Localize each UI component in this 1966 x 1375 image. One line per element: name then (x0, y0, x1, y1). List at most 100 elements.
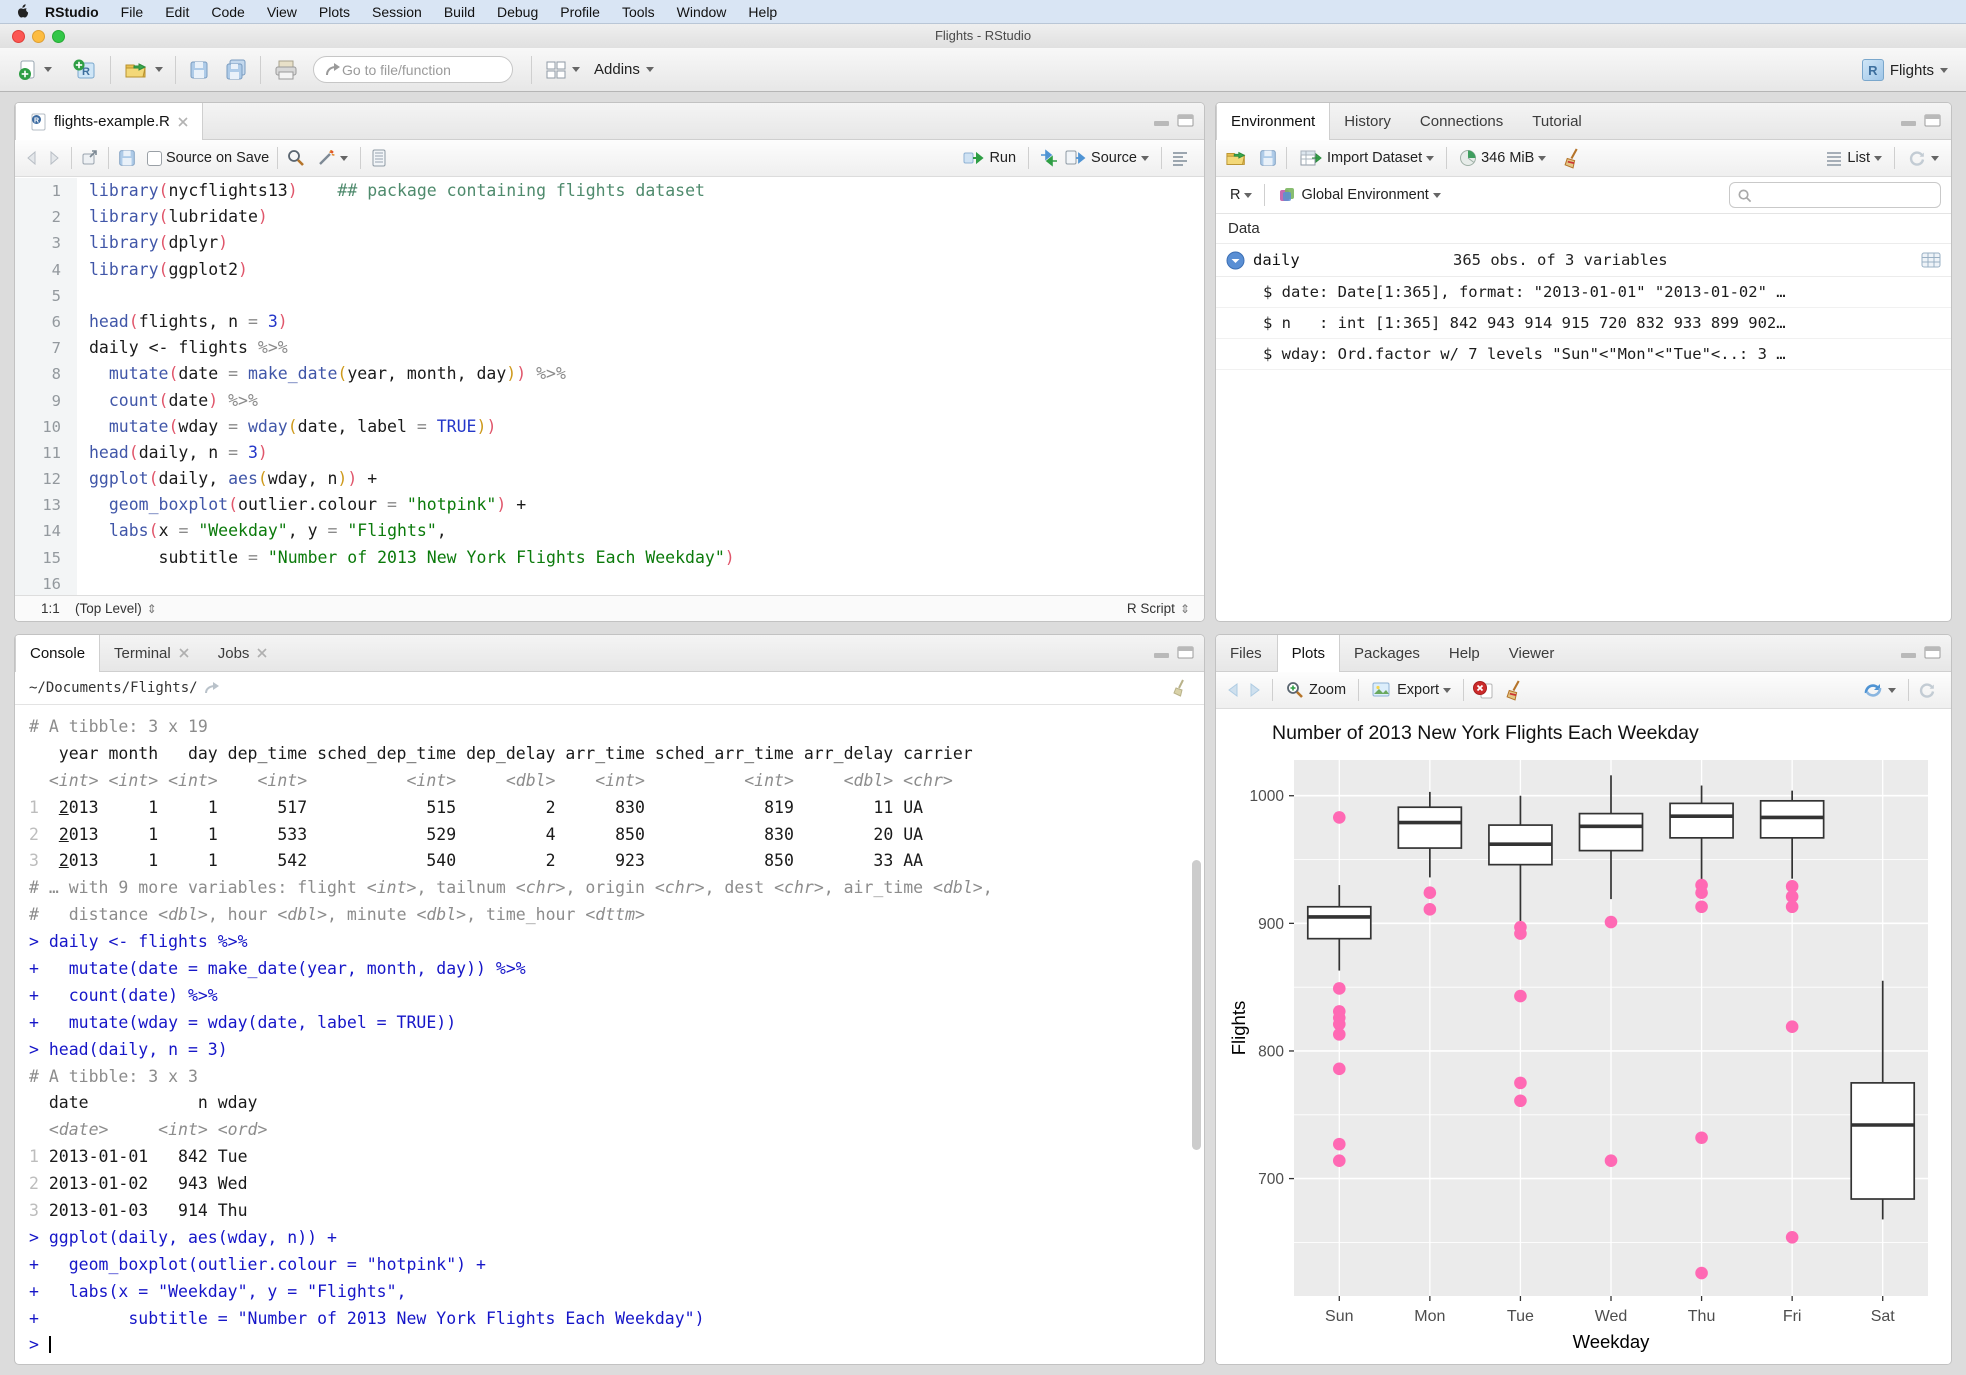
code-editor[interactable]: 1 library(nycflights13) ## package contai… (15, 178, 1204, 595)
export-plot-button[interactable]: Export (1367, 678, 1455, 702)
menu-item-rstudio[interactable]: RStudio (34, 4, 110, 20)
environment-search-input[interactable] (1752, 187, 1922, 203)
expand-object-icon[interactable] (1226, 251, 1245, 270)
save-workspace-icon[interactable] (1258, 148, 1278, 168)
previous-plot-icon[interactable] (1224, 681, 1244, 699)
file-type-selector[interactable]: R Script ⇕ (1127, 601, 1204, 616)
goto-directory-icon[interactable] (204, 681, 222, 696)
import-dataset-button[interactable]: Import Dataset (1295, 145, 1438, 171)
environment-search-box[interactable] (1729, 182, 1941, 208)
menu-item-profile[interactable]: Profile (549, 4, 611, 20)
clear-all-plots-icon[interactable] (1504, 680, 1525, 701)
tab-help[interactable]: Help (1435, 635, 1495, 671)
tab-flights-example[interactable]: R flights-example.R (15, 103, 203, 140)
code-line[interactable]: 13 geom_boxplot(outlier.colour = "hotpin… (15, 492, 1204, 519)
tab-environment[interactable]: Environment (1216, 103, 1331, 140)
menu-item-tools[interactable]: Tools (611, 4, 666, 20)
close-tab-icon[interactable] (178, 116, 188, 127)
open-file-button[interactable] (119, 55, 167, 85)
apple-icon[interactable] (14, 3, 30, 20)
pane-layout-button[interactable] (540, 55, 584, 85)
code-line[interactable]: 4 library(ggplot2) (15, 256, 1204, 283)
code-line[interactable]: 11 head(daily, n = 3) (15, 439, 1204, 467)
console-output[interactable]: # A tibble: 3 x 19 year month day dep_ti… (15, 706, 1204, 1364)
code-line[interactable]: 1 library(nycflights13) ## package contai… (15, 178, 1204, 205)
new-file-button[interactable] (12, 55, 56, 85)
tab-viewer[interactable]: Viewer (1495, 635, 1570, 671)
new-project-button[interactable]: R (68, 55, 102, 85)
code-line[interactable]: 16 (15, 570, 1204, 595)
goto-file-function-input[interactable] (342, 61, 492, 78)
save-button[interactable] (184, 56, 214, 84)
code-line[interactable]: 3 library(dplyr) (15, 230, 1204, 257)
env-view-mode-button[interactable]: List (1821, 147, 1886, 169)
code-line[interactable]: 6 head(flights, n = 3) (15, 308, 1204, 336)
environment-object-row[interactable]: daily 365 obs. of 3 variables (1216, 244, 1951, 277)
zoom-plot-button[interactable]: Zoom (1281, 677, 1350, 703)
close-tab-icon[interactable] (257, 648, 267, 658)
next-plot-icon[interactable] (1244, 681, 1264, 699)
tab-connections[interactable]: Connections (1406, 103, 1518, 139)
show-in-new-window-icon[interactable] (80, 149, 100, 167)
code-line[interactable]: 10 mutate(wday = wday(date, label = TRUE… (15, 413, 1204, 440)
code-line[interactable]: 15 subtitle = "Number of 2013 New York F… (15, 544, 1204, 571)
tab-history[interactable]: History (1330, 103, 1406, 139)
view-table-icon[interactable] (1921, 251, 1941, 269)
project-selector[interactable]: R Flights (1861, 48, 1948, 92)
environment-selector[interactable]: Global Environment (1273, 182, 1444, 208)
back-icon[interactable] (23, 149, 43, 167)
tab-files[interactable]: Files (1216, 635, 1277, 671)
object-detail-row[interactable]: $ n : int [1:365] 842 943 914 915 720 83… (1216, 308, 1951, 339)
menu-item-file[interactable]: File (110, 4, 155, 20)
r-language-button[interactable]: R (1226, 184, 1256, 206)
publish-plot-button[interactable] (1858, 677, 1900, 703)
tab-console[interactable]: Console (15, 635, 101, 672)
refresh-environment-button[interactable] (1903, 145, 1943, 171)
code-line[interactable]: 7 daily <- flights %>% (15, 335, 1204, 362)
maximize-pane-icon[interactable] (1177, 646, 1194, 659)
clear-console-icon[interactable] (1170, 678, 1190, 698)
object-detail-row[interactable]: $ wday: Ord.factor w/ 7 levels "Sun"<"Mo… (1216, 339, 1951, 370)
remove-plot-icon[interactable] (1472, 680, 1494, 700)
print-button[interactable] (269, 55, 303, 85)
scope-selector[interactable]: (Top Level) ⇕ (75, 601, 157, 616)
menu-item-plots[interactable]: Plots (308, 4, 361, 20)
find-replace-icon[interactable] (286, 148, 306, 168)
code-line[interactable]: 8 mutate(date = make_date(year, month, d… (15, 361, 1204, 388)
refresh-plot-icon[interactable] (1917, 680, 1937, 700)
console-scrollbar[interactable] (1192, 860, 1201, 1150)
code-line[interactable]: 2 library(lubridate) (15, 204, 1204, 231)
object-detail-row[interactable]: $ date: Date[1:365], format: "2013-01-01… (1216, 277, 1951, 308)
save-source-icon[interactable] (117, 148, 137, 168)
tab-plots[interactable]: Plots (1276, 635, 1341, 672)
tab-tutorial[interactable]: Tutorial (1518, 103, 1596, 139)
memory-usage-button[interactable]: 346 MiB (1455, 146, 1550, 170)
tab-jobs[interactable]: Jobs (204, 635, 283, 671)
tab-terminal[interactable]: Terminal (100, 635, 204, 671)
run-button[interactable]: Run (959, 146, 1020, 170)
menu-item-view[interactable]: View (256, 4, 308, 20)
source-button[interactable]: Source (1061, 146, 1153, 170)
code-line[interactable]: 14 labs(x = "Weekday", y = "Flights", (15, 518, 1204, 545)
menu-item-edit[interactable]: Edit (154, 4, 200, 20)
menu-item-session[interactable]: Session (361, 4, 433, 20)
source-on-save-toggle[interactable]: Source on Save (147, 150, 269, 166)
maximize-pane-icon[interactable] (1924, 646, 1941, 659)
menu-item-window[interactable]: Window (666, 4, 738, 20)
save-all-button[interactable] (220, 55, 252, 85)
code-line[interactable]: 5 (15, 282, 1204, 309)
minimize-pane-icon[interactable] (1153, 114, 1170, 127)
code-tools-button[interactable] (312, 145, 352, 171)
forward-icon[interactable] (43, 149, 63, 167)
maximize-pane-icon[interactable] (1177, 114, 1194, 127)
minimize-pane-icon[interactable] (1900, 646, 1917, 659)
minimize-pane-icon[interactable] (1900, 114, 1917, 127)
load-workspace-icon[interactable] (1224, 147, 1250, 169)
document-outline-icon[interactable] (1170, 149, 1190, 167)
compile-report-icon[interactable] (369, 148, 389, 168)
code-line[interactable]: 9 count(date) %>% (15, 387, 1204, 414)
clear-environment-icon[interactable] (1562, 148, 1583, 169)
close-tab-icon[interactable] (179, 648, 189, 658)
menu-item-build[interactable]: Build (433, 4, 486, 20)
menu-item-help[interactable]: Help (737, 4, 788, 20)
